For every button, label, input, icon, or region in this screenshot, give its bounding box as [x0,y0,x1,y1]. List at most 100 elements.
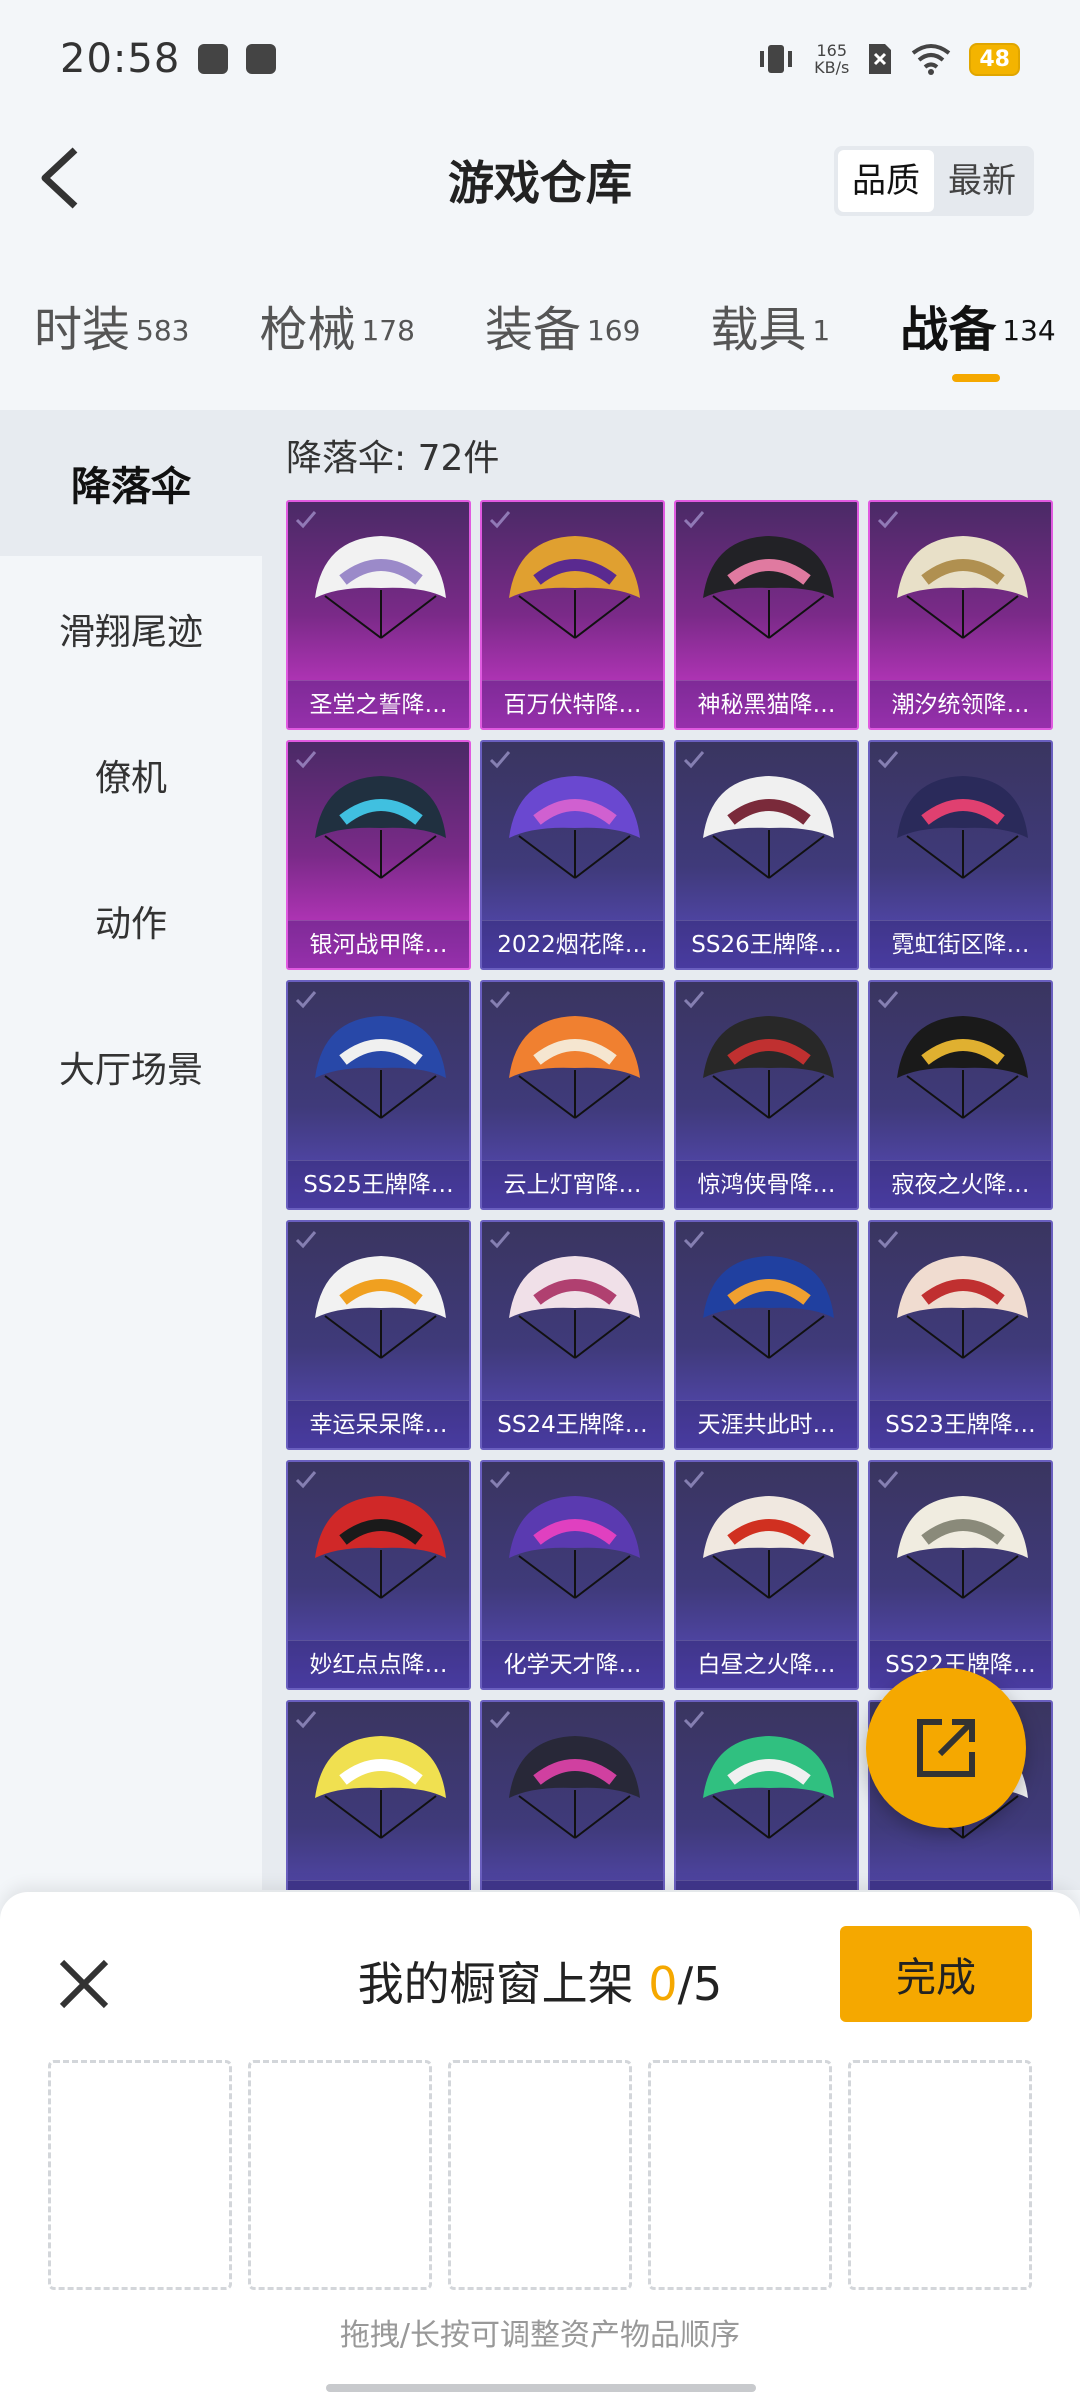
side-item-emote[interactable]: 动作 [0,848,262,994]
tab-costume[interactable]: 时装 583 [34,290,189,360]
parachute-icon [703,1496,834,1599]
parachute-icon [703,1256,834,1359]
page-title: 游戏仓库 [448,156,632,210]
parachute-icon [315,776,446,879]
showcase-slot[interactable] [848,2060,1032,2290]
parachute-name: 潮汐统领降… [870,680,1051,728]
parachute-card[interactable]: 银河战甲降… [286,740,471,970]
notification-app-icon [246,44,277,74]
parachute-name: 霓虹街区降… [870,920,1051,968]
back-button[interactable] [30,146,94,210]
share-icon [917,1719,975,1777]
parachute-name [482,1880,663,1890]
parachute-name: 2022烟花降… [482,920,663,968]
parachute-card[interactable]: 潮汐统领降… [868,500,1053,730]
parachute-name: 白昼之火降… [676,1640,857,1688]
sort-option-newest[interactable]: 最新 [934,150,1030,212]
parachute-card[interactable]: 圣堂之誓降… [286,500,471,730]
tab-combat-supplies[interactable]: 战备 134 [900,290,1056,382]
parachute-name: 圣堂之誓降… [288,680,469,728]
parachute-icon [315,1736,446,1839]
parachute-card[interactable]: 化学天才降… [480,1460,665,1690]
showcase-slot[interactable] [48,2060,232,2290]
parachute-card[interactable]: 白昼之火降… [674,1460,859,1690]
share-button[interactable] [866,1668,1026,1828]
parachute-icon [509,1496,640,1599]
side-item-glide-trail[interactable]: 滑翔尾迹 [0,556,262,702]
side-item-wingman[interactable]: 僚机 [0,702,262,848]
parachute-card[interactable]: 天涯共此时… [674,1220,859,1450]
page-header: 游戏仓库 品质 最新 [0,130,1080,230]
parachute-name: 神秘黑猫降… [676,680,857,728]
sort-option-quality[interactable]: 品质 [838,150,934,212]
parachute-icon [315,1016,446,1119]
parachute-card[interactable] [286,1700,471,1890]
no-sim-icon [869,44,892,74]
tab-equipment[interactable]: 装备 169 [485,290,640,360]
parachute-name [676,1880,857,1890]
notification-app-icon [198,44,229,74]
parachute-card[interactable]: 惊鸿侠骨降… [674,980,859,1210]
done-button[interactable]: 完成 [840,1926,1032,2022]
parachute-name: 百万伏特降… [482,680,663,728]
category-tabs: 时装 583 枪械 178 装备 169 载具 1 战备 134 [0,290,1080,400]
status-bar: 20:58 165 KB/s 48 [0,0,1080,118]
side-item-lobby-scene[interactable]: 大厅场景 [0,994,262,1140]
parachute-card[interactable]: SS25王牌降… [286,980,471,1210]
parachute-name: 化学天才降… [482,1640,663,1688]
vibrate-icon [760,45,793,73]
parachute-card[interactable]: 神秘黑猫降… [674,500,859,730]
parachute-icon [509,1736,640,1839]
parachute-card[interactable]: 寂夜之火降… [868,980,1053,1210]
side-item-parachute[interactable]: 降落伞 [0,410,262,556]
parachute-icon [703,1016,834,1119]
battery-indicator: 48 [969,42,1020,76]
parachute-name: SS23王牌降… [870,1400,1051,1448]
parachute-icon [897,1496,1028,1599]
parachute-card[interactable]: 幸运呆呆降… [286,1220,471,1450]
parachute-icon [315,1256,446,1359]
parachute-card[interactable]: SS23王牌降… [868,1220,1053,1450]
home-indicator[interactable] [326,2384,756,2392]
parachute-icon [703,776,834,879]
reorder-hint: 拖拽/长按可调整资产物品顺序 [339,2318,741,2353]
showcase-slots [48,2060,1032,2290]
parachute-name: SS26王牌降… [676,920,857,968]
showcase-slot[interactable] [648,2060,832,2290]
parachute-card[interactable]: SS26王牌降… [674,740,859,970]
item-count: 降落伞: 72件 [286,438,500,479]
parachute-card[interactable]: 云上灯宵降… [480,980,665,1210]
showcase-slot[interactable] [248,2060,432,2290]
parachute-icon [703,1736,834,1839]
parachute-card[interactable]: 霓虹街区降… [868,740,1053,970]
parachute-icon [315,536,446,639]
showcase-panel: 我的橱窗上架 0/5 完成 拖拽/长按可调整资产物品顺序 [0,1892,1080,2400]
showcase-slot[interactable] [448,2060,632,2290]
parachute-name: 寂夜之火降… [870,1160,1051,1208]
network-speed: 165 KB/s [814,41,850,77]
parachute-name: 银河战甲降… [288,920,469,968]
parachute-name: 妙红点点降… [288,1640,469,1688]
sort-toggle: 品质 最新 [834,146,1034,216]
parachute-icon [509,776,640,879]
chevron-left-icon [41,147,78,209]
parachute-name [288,1880,469,1890]
parachute-card[interactable] [674,1700,859,1890]
parachute-icon [509,1256,640,1359]
parachute-card[interactable]: SS22王牌降… [868,1460,1053,1690]
parachute-name: SS24王牌降… [482,1400,663,1448]
parachute-icon [897,1256,1028,1359]
parachute-icon [315,1496,446,1599]
parachute-card[interactable]: 百万伏特降… [480,500,665,730]
parachute-card[interactable] [480,1700,665,1890]
tab-vehicles[interactable]: 载具 1 [710,290,830,360]
parachute-icon [897,776,1028,879]
parachute-card[interactable]: SS24王牌降… [480,1220,665,1450]
tab-weapons[interactable]: 枪械 178 [259,290,414,360]
wifi-icon [912,44,951,75]
parachute-name: 天涯共此时… [676,1400,857,1448]
parachute-card[interactable]: 2022烟花降… [480,740,665,970]
parachute-card[interactable]: 妙红点点降… [286,1460,471,1690]
body-area: 降落伞 滑翔尾迹 僚机 动作 大厅场景 降落伞: 72件 圣堂之誓降… 百万伏特降… [0,410,1080,1890]
parachute-icon [897,1016,1028,1119]
